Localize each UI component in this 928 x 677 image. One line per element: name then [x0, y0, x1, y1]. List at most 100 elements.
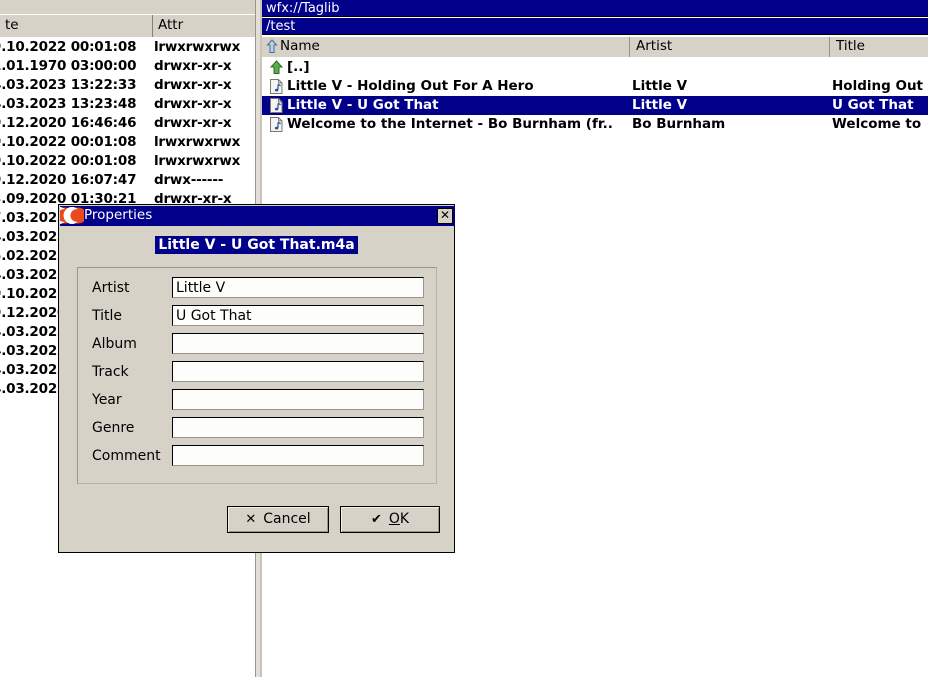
cell-name: Little V - U Got That — [287, 97, 439, 113]
dialog-titlebar[interactable]: Properties ✕ — [60, 206, 455, 226]
cell-artist: Bo Burnham — [632, 116, 726, 132]
left-row-attr: drwxr-xr-x — [154, 77, 232, 93]
dialog-filename-text: Little V - U Got That.m4a — [155, 236, 358, 254]
field-row-album: Album — [78, 331, 438, 359]
left-row-date: 4.03.2023 — [0, 362, 67, 378]
cancel-button-label: Cancel — [263, 511, 311, 527]
field-row-genre: Genre — [78, 415, 438, 443]
left-row-date: 9.12.2020 — [0, 305, 67, 321]
column-header-artist-label: Artist — [636, 38, 673, 54]
ok-button-accel: O — [388, 511, 400, 527]
audio-file-icon — [269, 98, 284, 113]
left-row-date: 4.03.2023 — [0, 229, 67, 245]
comment-label: Comment — [92, 448, 161, 464]
left-panel-row[interactable]: 1.01.1970 03:00:00 drwxr-xr-x — [0, 57, 257, 76]
cell-name: [..] — [287, 59, 310, 75]
sort-ascending-arrow-icon — [266, 39, 278, 54]
genre-label: Genre — [92, 420, 135, 436]
left-row-attr: drwxr-xr-x — [154, 96, 232, 112]
cancel-x-icon: ✕ — [245, 512, 257, 527]
field-row-comment: Comment — [78, 443, 438, 471]
left-row-date: 4.03.2023 — [0, 324, 67, 340]
field-row-track: Track — [78, 359, 438, 387]
field-row-title: Title — [78, 303, 438, 331]
left-row-attr: drwxr-xr-x — [154, 115, 232, 131]
dialog-tag-fields-group: Artist Title Album Track Year Genre Comment — [77, 267, 437, 484]
left-row-date: 1.01.1970 03:00:00 — [0, 58, 137, 74]
left-row-attr: lrwxrwxrwx — [154, 39, 241, 55]
left-row-date: 9.12.2020 16:46:46 — [0, 115, 137, 131]
ok-button[interactable]: ✔ OK — [340, 506, 440, 533]
left-row-attr: drwxr-xr-x — [154, 58, 232, 74]
right-panel-column-headers[interactable]: Name Artist Title — [262, 36, 928, 57]
left-row-date: 9.12.2020 16:07:47 — [0, 172, 137, 188]
track-label: Track — [92, 364, 129, 380]
address-bar-path[interactable]: /test — [262, 18, 928, 35]
left-row-date: 9.10.2022 00:01:08 — [0, 39, 137, 55]
left-panel-row[interactable]: 9.10.2022 00:01:08 lrwxrwxrwx — [0, 38, 257, 57]
left-row-attr: lrwxrwxrwx — [154, 134, 241, 150]
cell-artist: Little V — [632, 78, 688, 94]
ok-check-icon: ✔ — [370, 512, 382, 527]
left-row-date: 4.03.2023 — [0, 381, 67, 397]
album-field[interactable] — [172, 333, 424, 354]
left-row-date: 4.03.2023 — [0, 267, 67, 283]
cell-artist: Little V — [632, 97, 688, 113]
track-field[interactable] — [172, 361, 424, 382]
artist-field[interactable] — [172, 277, 424, 298]
table-row[interactable]: Little V - U Got That Little V U Got That — [262, 96, 928, 115]
address-bar-scheme[interactable]: wfx://Taglib — [262, 0, 928, 17]
table-row[interactable]: Welcome to the Internet - Bo Burnham (fr… — [262, 115, 928, 134]
column-header-date-label: te — [5, 17, 19, 33]
column-header-title[interactable]: Title — [830, 37, 928, 57]
column-header-date[interactable]: te — [0, 15, 153, 37]
column-header-name[interactable]: Name — [262, 37, 630, 57]
field-row-artist: Artist — [78, 275, 438, 303]
left-panel-row[interactable]: 9.12.2020 16:07:47 drwx------ — [0, 171, 257, 190]
left-panel-column-headers[interactable]: te Attr — [0, 14, 257, 37]
left-panel-row[interactable]: 4.03.2023 13:22:33 drwxr-xr-x — [0, 76, 257, 95]
left-row-date: 9.10.2022 — [0, 286, 67, 302]
field-row-year: Year — [78, 387, 438, 415]
left-row-attr: drwx------ — [154, 172, 224, 188]
comment-field[interactable] — [172, 445, 424, 466]
address-bar-path-text: /test — [266, 19, 296, 34]
cell-name: Welcome to the Internet - Bo Burnham (fr… — [287, 116, 613, 132]
table-row[interactable]: [..] — [262, 58, 928, 77]
left-row-date: 4.03.2023 13:23:48 — [0, 96, 137, 112]
address-bar-scheme-text: wfx://Taglib — [266, 1, 340, 16]
properties-dialog[interactable]: Properties ✕ Little V - U Got That.m4a A… — [58, 204, 455, 553]
ok-button-label: K — [399, 511, 410, 527]
left-panel-row[interactable]: 9.10.2022 00:01:08 lrwxrwxrwx — [0, 133, 257, 152]
cancel-button[interactable]: ✕ Cancel — [227, 506, 329, 533]
left-panel-row[interactable]: 9.12.2020 16:46:46 drwxr-xr-x — [0, 114, 257, 133]
title-label: Title — [92, 308, 123, 324]
title-field[interactable] — [172, 305, 424, 326]
dialog-filename-banner: Little V - U Got That.m4a — [59, 236, 454, 254]
genre-field[interactable] — [172, 417, 424, 438]
left-panel-toolbar-filler — [0, 0, 257, 14]
year-field[interactable] — [172, 389, 424, 410]
cell-title: U Got That — [832, 97, 914, 113]
table-row[interactable]: Little V - Holding Out For A Hero Little … — [262, 77, 928, 96]
column-header-name-label: Name — [280, 38, 320, 54]
column-header-title-label: Title — [836, 38, 865, 54]
album-label: Album — [92, 336, 137, 352]
left-row-date: 9.10.2022 00:01:08 — [0, 153, 137, 169]
dialog-title-text: Properties — [84, 207, 153, 223]
double-commander-logo-icon — [60, 207, 84, 224]
left-panel-lower-empty-area — [0, 553, 257, 677]
year-label: Year — [92, 392, 122, 408]
left-row-date: 5.02.2023 — [0, 248, 67, 264]
left-row-date: 7.03.2023 — [0, 210, 67, 226]
left-row-date: 9.10.2022 00:01:08 — [0, 134, 137, 150]
column-header-attr-label: Attr — [158, 17, 184, 33]
cell-title: Welcome to — [832, 116, 922, 132]
left-row-date: 4.03.2023 13:22:33 — [0, 77, 137, 93]
column-header-attr[interactable]: Attr — [153, 15, 257, 37]
left-panel-row[interactable]: 9.10.2022 00:01:08 lrwxrwxrwx — [0, 152, 257, 171]
close-icon[interactable]: ✕ — [437, 208, 453, 224]
column-header-artist[interactable]: Artist — [630, 37, 830, 57]
artist-label: Artist — [92, 280, 130, 296]
left-panel-row[interactable]: 4.03.2023 13:23:48 drwxr-xr-x — [0, 95, 257, 114]
